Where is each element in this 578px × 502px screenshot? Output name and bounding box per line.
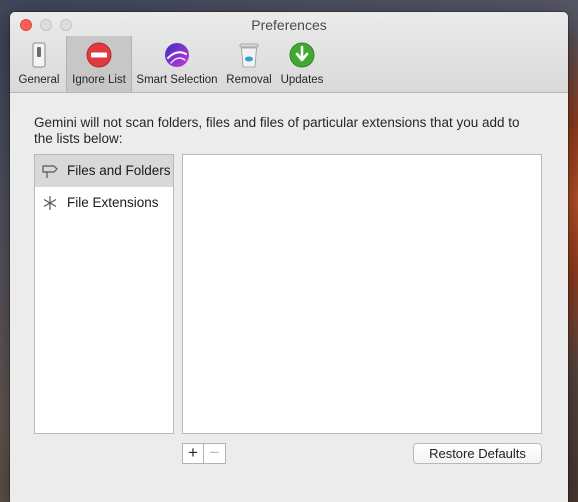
tab-updates-label: Updates — [280, 74, 324, 86]
tab-updates[interactable]: Updates — [276, 36, 328, 92]
preferences-window: Preferences General Ignore List Smart Se… — [10, 12, 568, 502]
tab-smart-selection[interactable]: Smart Selection — [132, 36, 222, 92]
tab-ignore-list-label: Ignore List — [72, 74, 126, 86]
tab-smart-selection-label: Smart Selection — [136, 74, 218, 86]
tab-general[interactable]: General — [12, 36, 66, 92]
tab-removal-label: Removal — [226, 74, 272, 86]
tab-removal[interactable]: Removal — [222, 36, 276, 92]
sidebar-item-label: Files and Folders — [67, 163, 171, 178]
ignore-list-content[interactable] — [182, 154, 542, 434]
sidebar-item-label: File Extensions — [67, 195, 159, 210]
titlebar: Preferences General Ignore List Smart Se… — [10, 12, 568, 93]
signpost-icon — [42, 165, 58, 178]
tab-general-label: General — [18, 74, 60, 86]
window-title: Preferences — [251, 17, 327, 33]
ignore-list-sidebar: Files and Folders File Extensions — [34, 154, 174, 434]
sidebar-item-file-extensions[interactable]: File Extensions — [35, 187, 173, 219]
download-arrow-icon — [289, 42, 315, 68]
remove-button[interactable]: − — [204, 443, 226, 464]
ignore-list-description: Gemini will not scan folders, files and … — [34, 115, 520, 146]
restore-defaults-button[interactable]: Restore Defaults — [413, 443, 542, 464]
switch-icon — [32, 42, 46, 68]
asterisk-icon — [43, 196, 57, 210]
sidebar-item-files-and-folders[interactable]: Files and Folders — [35, 155, 173, 187]
trash-icon — [239, 43, 259, 68]
tab-ignore-list[interactable]: Ignore List — [66, 36, 132, 92]
smart-selection-icon — [165, 43, 189, 67]
no-entry-icon — [86, 42, 112, 68]
add-button[interactable]: + — [182, 443, 204, 464]
